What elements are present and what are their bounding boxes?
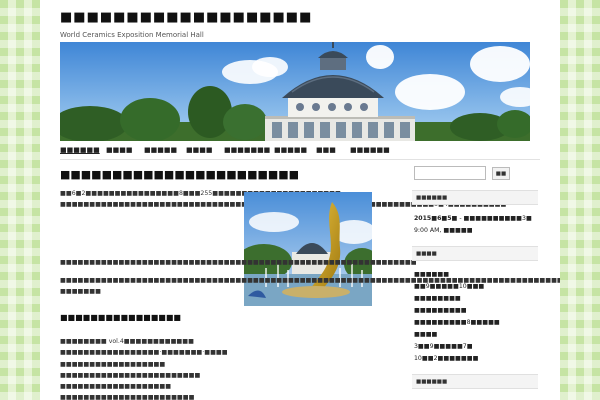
list-item[interactable]: ■■■■■■■■ vol.4■■■■■■■■■■■■: [60, 336, 228, 347]
widget-title-events: ■■■■■■: [412, 190, 538, 205]
nav-item-6[interactable]: ■■■■■: [274, 146, 307, 154]
post-title[interactable]: ■■■■■■■■■■■■■■■■■■■■■■■: [60, 168, 299, 181]
info-line: ■■■■■■■■■8■■■■■: [414, 319, 500, 326]
post-body-continued: ■■■■■■■■■■■■■■■■■■■■■■■■■■■■■■■■■■■■■■■■…: [60, 251, 560, 303]
list-item[interactable]: ■■■■■■■■■■■■■■■■■■■■■■■: [60, 392, 228, 400]
post-body: ■■6■2■■■■■■■■■■■■■■■■8■■■255■■■■■■■■■■■■…: [60, 188, 506, 211]
post-image: [244, 192, 372, 306]
widget-title-3: ■■■■■■: [412, 374, 538, 389]
hall-photo: [60, 42, 530, 141]
info-line: ■■■■■■: [414, 271, 450, 278]
main-navigation: ■■■■■■ ■■■■ ■■■■■ ■■■■ ■■■■■■■ ■■■■■ ■■■…: [60, 141, 540, 160]
event-date: 2015■6■5■: [414, 215, 458, 222]
nav-item-home[interactable]: ■■■■■■: [60, 146, 100, 154]
widget-title-info: ■■■■: [412, 246, 538, 261]
info-line: 10■■2■■■■■■■: [414, 355, 479, 362]
section-heading: ■■■■■■■■■■■■■■■■: [60, 313, 181, 322]
list-item[interactable]: ■■■■■■■■■■■■■■■■■·■■■■■■■·■■■■: [60, 347, 228, 358]
post-paragraph: ■■■■■■■■■■■■■■■■■■■■■■■■■■■■■■■■■■■■■■■■…: [60, 199, 506, 210]
post-paragraph: ■■■■■■■■■■■■■■■■■■■■■■■■■■■■■■■■■■■■■■■■…: [60, 259, 417, 267]
header-image: [60, 42, 530, 141]
post-paragraph: ■■■■■■■■■■■■■■■■■■■■■■■■■■■■■■■■■■■■■■■■…: [60, 277, 560, 295]
sculpture-photo: [244, 192, 372, 306]
info-line: ■■9■■■■■10■■■: [414, 283, 485, 290]
list-item[interactable]: ■■■■■■■■■■■■■■■■■■: [60, 359, 228, 370]
event-entry[interactable]: 2015■6■5■ - ■■■■■■■■■■3■: [414, 214, 532, 225]
list-item[interactable]: ■■■■■■■■■■■■■■■■■■■: [60, 381, 228, 392]
nav-item-3[interactable]: ■■■■■: [144, 146, 177, 154]
info-line: ■■■■■■■■: [414, 295, 461, 302]
list-item[interactable]: ■■■■■■■■■■■■■■■■■■■■■■■■: [60, 370, 228, 381]
search-button[interactable]: ■■: [492, 167, 510, 180]
info-line: ■■■■■■■■■: [414, 307, 467, 314]
info-line: 3■■9■■■■■7■: [414, 343, 473, 350]
event-title: - ■■■■■■■■■■3■: [457, 215, 532, 222]
event-time: 9:00 AM, ■■■■■: [414, 227, 473, 234]
nav-item-5[interactable]: ■■■■■■■: [224, 146, 270, 154]
page-container: ■■■■■■■■■■■■■■■■■■■ World Ceramics Expos…: [40, 0, 560, 400]
post-paragraph: ■■6■2■■■■■■■■■■■■■■■■8■■■255■■■■■■■■■■■■…: [60, 190, 341, 197]
nav-item-2[interactable]: ■■■■: [106, 146, 132, 154]
site-title[interactable]: ■■■■■■■■■■■■■■■■■■■: [60, 10, 312, 25]
event-list: ■■■■■■■■ vol.4■■■■■■■■■■■■ ■■■■■■■■■■■■■…: [60, 336, 228, 400]
nav-item-4[interactable]: ■■■■: [186, 146, 212, 154]
nav-item-7[interactable]: ■■■: [316, 146, 336, 154]
info-line: ■■■■: [414, 331, 438, 338]
nav-item-8[interactable]: ■■■■■■: [350, 146, 390, 154]
search-input[interactable]: [414, 166, 486, 180]
site-description: World Ceramics Exposition Memorial Hall: [60, 31, 204, 39]
